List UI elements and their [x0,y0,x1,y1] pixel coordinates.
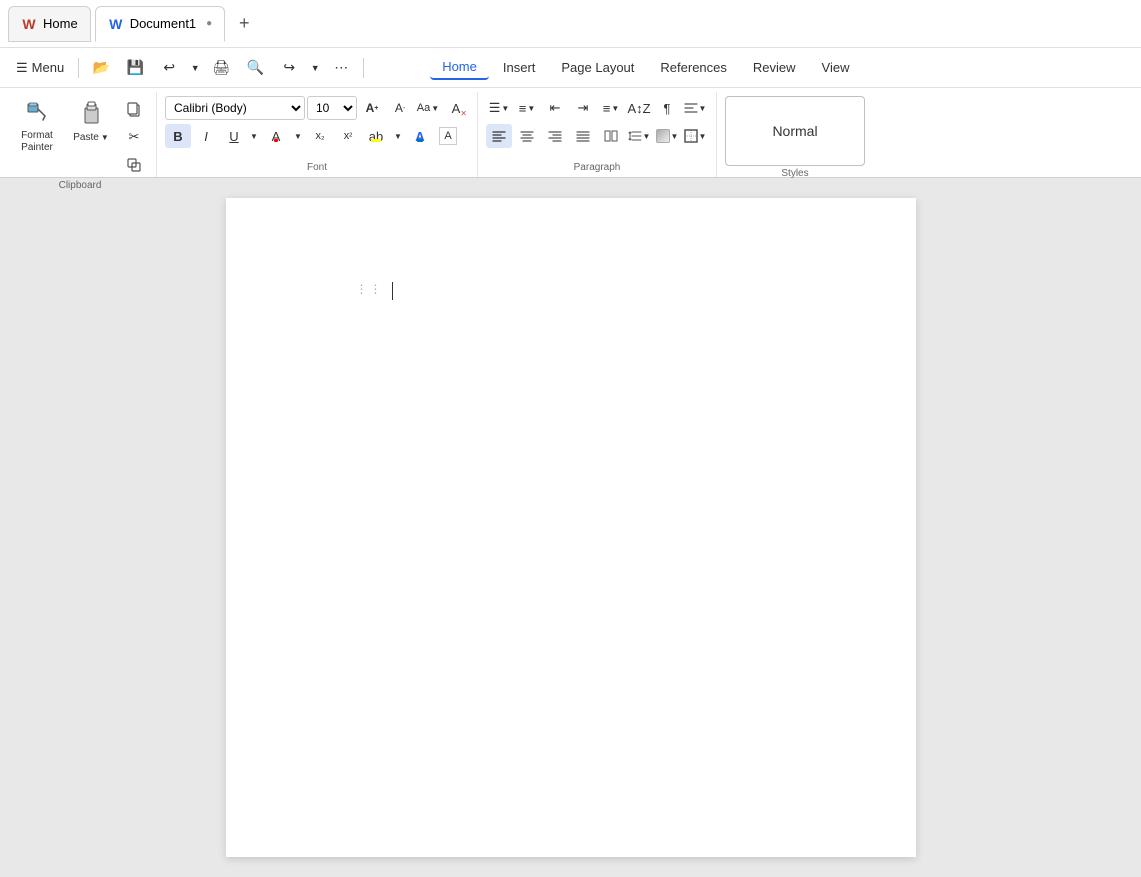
underline-button[interactable]: U [221,124,247,148]
border-button[interactable]: ▼ [682,124,708,148]
menu-divider-1 [78,58,79,78]
drag-handle: ⋮⋮ [356,282,384,296]
align-right-button[interactable] [542,124,568,148]
menu-divider-2 [363,58,364,78]
paragraph-group: ☰▼ ≡▼ ⇤ ⇥ ≡▼ A↕Z ¶ ▼ [478,92,717,177]
font-color-button[interactable]: A [263,124,289,148]
increase-font-button[interactable]: A+ [359,96,385,120]
italic-button[interactable]: I [193,124,219,148]
redo-button[interactable]: ↪ [273,53,305,83]
paste-button[interactable]: Paste ▼ [66,96,116,147]
print-button[interactable]: 🖨 [205,53,237,83]
font-group: Calibri (Body) 10 A+ A- Aa▼ A ✕ B I U [157,92,478,177]
underline-dropdown[interactable]: ▼ [247,124,261,148]
font-family-select[interactable]: Calibri (Body) [165,96,305,120]
menu-button[interactable]: ☰ Menu [8,53,72,83]
ribbon: FormatPainter Paste ▼ [0,88,1141,178]
document-tab[interactable]: W Document1 ● [95,6,226,42]
normal-style-button[interactable]: Normal [725,96,865,166]
more-button[interactable]: ⋯ [325,53,357,83]
decrease-font-button[interactable]: A- [387,96,413,120]
number-list-button[interactable]: ≡▼ [514,96,540,120]
home-tab-icon: W [21,16,37,32]
multilevel-list-button[interactable]: ≡▼ [598,96,624,120]
line-spacing-button[interactable]: ▼ [626,124,652,148]
clipboard-label: Clipboard [12,178,148,191]
font-label: Font [165,160,469,173]
highlight-dropdown[interactable]: ▼ [391,124,405,148]
paragraph-settings-button[interactable]: ▼ [682,96,708,120]
find-button[interactable]: 🔍 [239,53,271,83]
tab-home[interactable]: Home [430,55,489,80]
styles-label: Styles [725,166,865,179]
sort-button[interactable]: A↕Z [626,96,652,120]
paste-icon [79,100,103,130]
subscript-button[interactable]: x₂ [307,124,333,148]
home-tab-label: Home [43,16,78,31]
copy-section: ✂ [120,96,148,178]
text-cursor-area: ⋮⋮ [356,278,393,300]
align-center-button[interactable] [514,124,540,148]
document-area: ⋮⋮ [0,178,1141,877]
save-button[interactable]: 💾 [119,53,151,83]
bullet-list-button[interactable]: ☰▼ [486,96,512,120]
tab-page-layout[interactable]: Page Layout [549,56,646,79]
document-page[interactable]: ⋮⋮ [226,198,916,857]
show-formatting-button[interactable]: ¶ [654,96,680,120]
undo-dropdown[interactable]: ▼ [187,53,203,83]
normal-style-label: Normal [772,123,817,139]
tab-references[interactable]: References [648,56,738,79]
text-cursor [392,282,393,300]
align-left-button[interactable] [486,124,512,148]
font-bg-button[interactable]: A [435,124,461,148]
document-tab-icon: W [108,16,124,32]
superscript-button[interactable]: x² [335,124,361,148]
format-painter-label: FormatPainter [21,130,53,154]
paste-label: Paste [73,132,99,143]
cut-button[interactable]: ✂ [120,124,148,150]
undo-button[interactable]: ↩ [153,53,185,83]
font-size-select[interactable]: 10 [307,96,357,120]
title-bar: W Home W Document1 ● + [0,0,1141,48]
document-tab-close[interactable]: ● [206,18,212,29]
format-painter-button[interactable]: FormatPainter [12,96,62,158]
document-tab-label: Document1 [130,16,196,31]
redo-dropdown[interactable]: ▼ [307,53,323,83]
highlight-button[interactable]: ab [363,124,389,148]
add-tab-button[interactable]: + [229,9,259,39]
paragraph-label: Paragraph [486,160,708,173]
tab-insert[interactable]: Insert [491,56,548,79]
tab-view[interactable]: View [810,56,862,79]
text-color-button[interactable]: A [407,124,433,148]
increase-indent-button[interactable]: ⇥ [570,96,596,120]
decrease-indent-button[interactable]: ⇤ [542,96,568,120]
home-tab[interactable]: W Home [8,6,91,42]
justify-button[interactable] [570,124,596,148]
clone-button[interactable] [120,152,148,178]
paste-chevron: ▼ [101,133,109,142]
columns-button[interactable] [598,124,624,148]
tab-review[interactable]: Review [741,56,808,79]
copy-button[interactable] [120,96,148,122]
styles-group: Normal Styles [717,92,873,177]
menu-label: Menu [32,60,65,75]
clipboard-group: FormatPainter Paste ▼ [4,92,157,177]
format-painter-icon [25,100,49,128]
font-color-dropdown[interactable]: ▼ [291,124,305,148]
font-case-button[interactable]: Aa▼ [415,96,441,120]
shading-button[interactable]: ▼ [654,124,680,148]
clear-formatting-button[interactable]: A ✕ [443,96,469,120]
open-button[interactable]: 📂 [85,53,117,83]
bold-button[interactable]: B [165,124,191,148]
